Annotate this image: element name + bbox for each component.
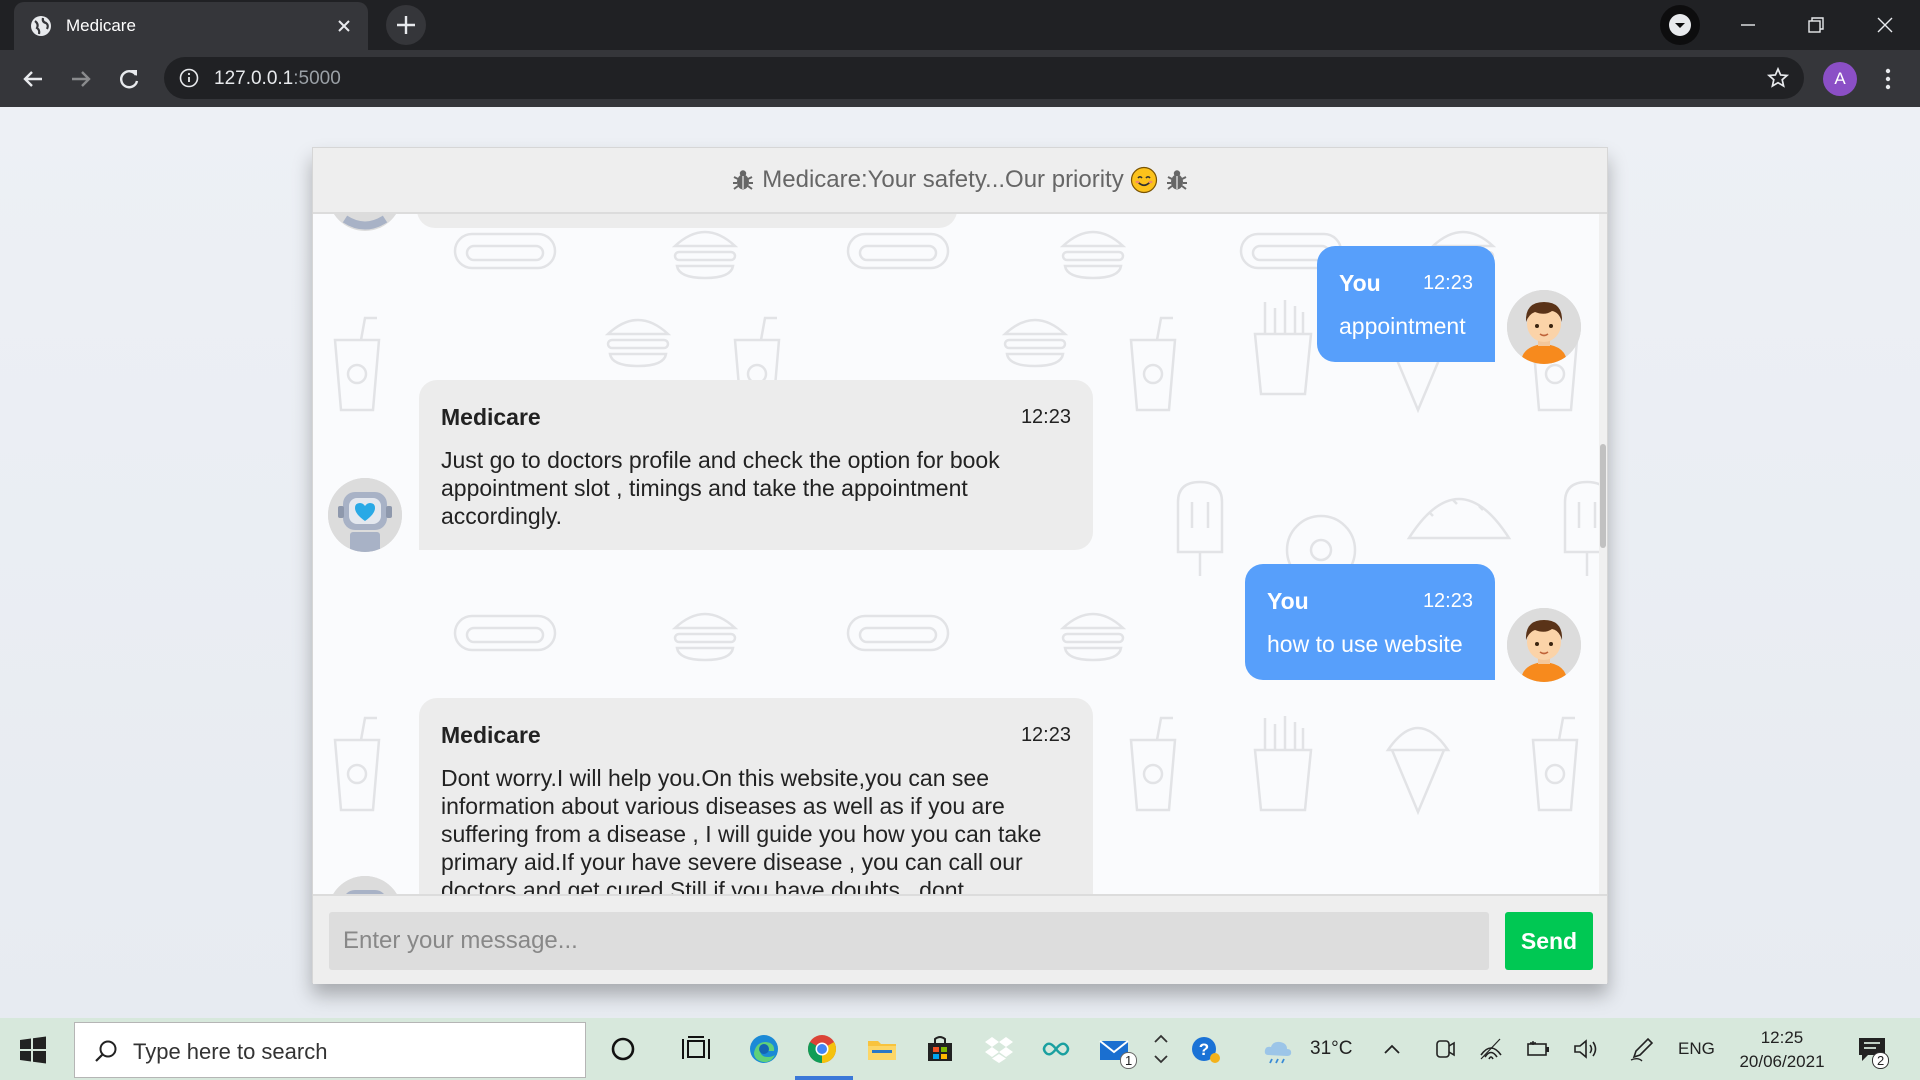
message-text: how to use website bbox=[1267, 631, 1463, 657]
message-time: 12:23 bbox=[1422, 590, 1473, 612]
robot-avatar-icon bbox=[328, 478, 402, 552]
browser-tab-bar: Medicare bbox=[0, 0, 1920, 50]
volume-icon[interactable] bbox=[1572, 1033, 1600, 1065]
url-port: :5000 bbox=[293, 68, 341, 89]
chat-messages[interactable]: You 12:23 appointment Medicare 12:23 Jus… bbox=[313, 214, 1599, 894]
weather-icon[interactable] bbox=[1262, 1033, 1294, 1065]
bot-message: Medicare 12:23 Just go to doctors profil… bbox=[419, 380, 1093, 550]
message-sender: You bbox=[1339, 270, 1381, 296]
wifi-icon[interactable] bbox=[1478, 1033, 1504, 1065]
notification-badge: 2 bbox=[1872, 1052, 1890, 1069]
address-bar[interactable]: 127.0.0.1:5000 bbox=[164, 57, 1804, 99]
url-text: 127.0.0.1:5000 bbox=[214, 68, 341, 90]
chrome-icon[interactable] bbox=[806, 1033, 838, 1065]
tab-title: Medicare bbox=[66, 16, 136, 35]
message-input-area: Send bbox=[313, 894, 1607, 984]
bug-icon bbox=[733, 170, 754, 190]
bug-icon bbox=[1166, 170, 1187, 190]
profile-avatar[interactable]: A bbox=[1823, 62, 1857, 96]
search-placeholder: Type here to search bbox=[133, 1039, 328, 1064]
reload-icon[interactable] bbox=[114, 64, 144, 94]
task-view-icon[interactable] bbox=[680, 1033, 712, 1065]
infinity-app-icon[interactable] bbox=[1040, 1033, 1072, 1065]
message-sender: Medicare bbox=[441, 722, 541, 748]
mail-badge: 1 bbox=[1120, 1052, 1138, 1069]
info-icon[interactable] bbox=[178, 67, 200, 89]
weather-temp: 31°C bbox=[1310, 1038, 1353, 1059]
plus-icon bbox=[397, 16, 415, 34]
user-avatar bbox=[1507, 290, 1581, 364]
show-hidden-icons-chevron[interactable] bbox=[1380, 1033, 1404, 1065]
browser-toolbar: 127.0.0.1:5000 A bbox=[0, 50, 1920, 107]
message-time: 12:23 bbox=[1020, 724, 1071, 746]
help-icon[interactable]: ? bbox=[1190, 1033, 1222, 1065]
bot-message: Medicare 12:23 Dont worry.I will help yo… bbox=[419, 698, 1093, 894]
chevron-down-icon bbox=[1669, 14, 1691, 36]
svg-text:?: ? bbox=[1199, 1040, 1209, 1059]
message-input[interactable] bbox=[329, 912, 1489, 970]
restore-icon[interactable] bbox=[1801, 10, 1831, 40]
active-app-indicator bbox=[795, 1076, 853, 1080]
smile-emoji-icon bbox=[1130, 166, 1157, 194]
windows-taskbar: Type here to search 1 ? 31°C ENG 12:25 2… bbox=[0, 1018, 1920, 1080]
close-window-icon[interactable] bbox=[1870, 10, 1900, 40]
tab-search-button[interactable] bbox=[1660, 5, 1700, 45]
scroll-thumb[interactable] bbox=[1600, 444, 1606, 548]
message-time: 12:23 bbox=[1422, 272, 1473, 294]
chat-scrollbar[interactable] bbox=[1599, 214, 1607, 894]
user-message: You 12:23 how to use website bbox=[1245, 564, 1495, 680]
cortana-icon[interactable] bbox=[607, 1033, 639, 1065]
send-button[interactable]: Send bbox=[1505, 912, 1593, 970]
clock-time: 12:25 bbox=[1760, 1028, 1804, 1047]
battery-icon[interactable] bbox=[1524, 1033, 1552, 1065]
search-icon bbox=[95, 1040, 117, 1062]
minimize-icon[interactable] bbox=[1733, 10, 1763, 40]
taskbar-search[interactable]: Type here to search bbox=[74, 1022, 586, 1078]
new-tab-button[interactable] bbox=[386, 5, 426, 45]
message-text: Just go to doctors profile and check the… bbox=[441, 447, 1000, 529]
url-host: 127.0.0.1 bbox=[214, 68, 294, 89]
taskbar-clock[interactable]: 12:25 20/06/2021 bbox=[1732, 1026, 1832, 1074]
edge-icon[interactable] bbox=[748, 1033, 780, 1065]
close-tab-icon[interactable] bbox=[332, 14, 356, 38]
bot-avatar bbox=[328, 478, 402, 552]
globe-icon bbox=[31, 16, 51, 36]
message-time: 12:23 bbox=[1020, 406, 1071, 428]
clock-date: 20/06/2021 bbox=[1739, 1052, 1825, 1071]
pen-icon[interactable] bbox=[1628, 1033, 1656, 1065]
boy-avatar-icon bbox=[1507, 290, 1581, 364]
chat-header: Medicare:Your safety...Our priority bbox=[313, 148, 1607, 214]
user-avatar bbox=[1507, 608, 1581, 682]
back-icon[interactable] bbox=[18, 64, 48, 94]
meet-now-icon[interactable] bbox=[1432, 1033, 1458, 1065]
message-text: appointment bbox=[1339, 313, 1466, 339]
forward-icon[interactable] bbox=[66, 64, 96, 94]
chat-title: Medicare:Your safety...Our priority bbox=[762, 166, 1124, 193]
user-message: You 12:23 appointment bbox=[1317, 246, 1495, 362]
dropbox-icon[interactable] bbox=[983, 1033, 1015, 1065]
message-text: Dont worry.I will help you.On this websi… bbox=[441, 765, 1042, 894]
chat-window: Medicare:Your safety...Our priority You … bbox=[312, 147, 1608, 984]
message-sender: You bbox=[1267, 588, 1309, 614]
language-indicator[interactable]: ENG bbox=[1678, 1039, 1715, 1059]
browser-tab[interactable]: Medicare bbox=[14, 2, 368, 50]
store-icon[interactable] bbox=[924, 1033, 956, 1065]
boy-avatar-icon bbox=[1507, 608, 1581, 682]
tray-scroll-icon[interactable] bbox=[1150, 1033, 1172, 1065]
more-menu-icon[interactable] bbox=[1876, 64, 1900, 94]
bookmark-star-icon[interactable] bbox=[1766, 66, 1790, 90]
file-explorer-icon[interactable] bbox=[866, 1033, 898, 1065]
page-body: Medicare:Your safety...Our priority You … bbox=[0, 107, 1920, 1018]
message-sender: Medicare bbox=[441, 404, 541, 430]
windows-start-icon[interactable] bbox=[18, 1035, 48, 1065]
